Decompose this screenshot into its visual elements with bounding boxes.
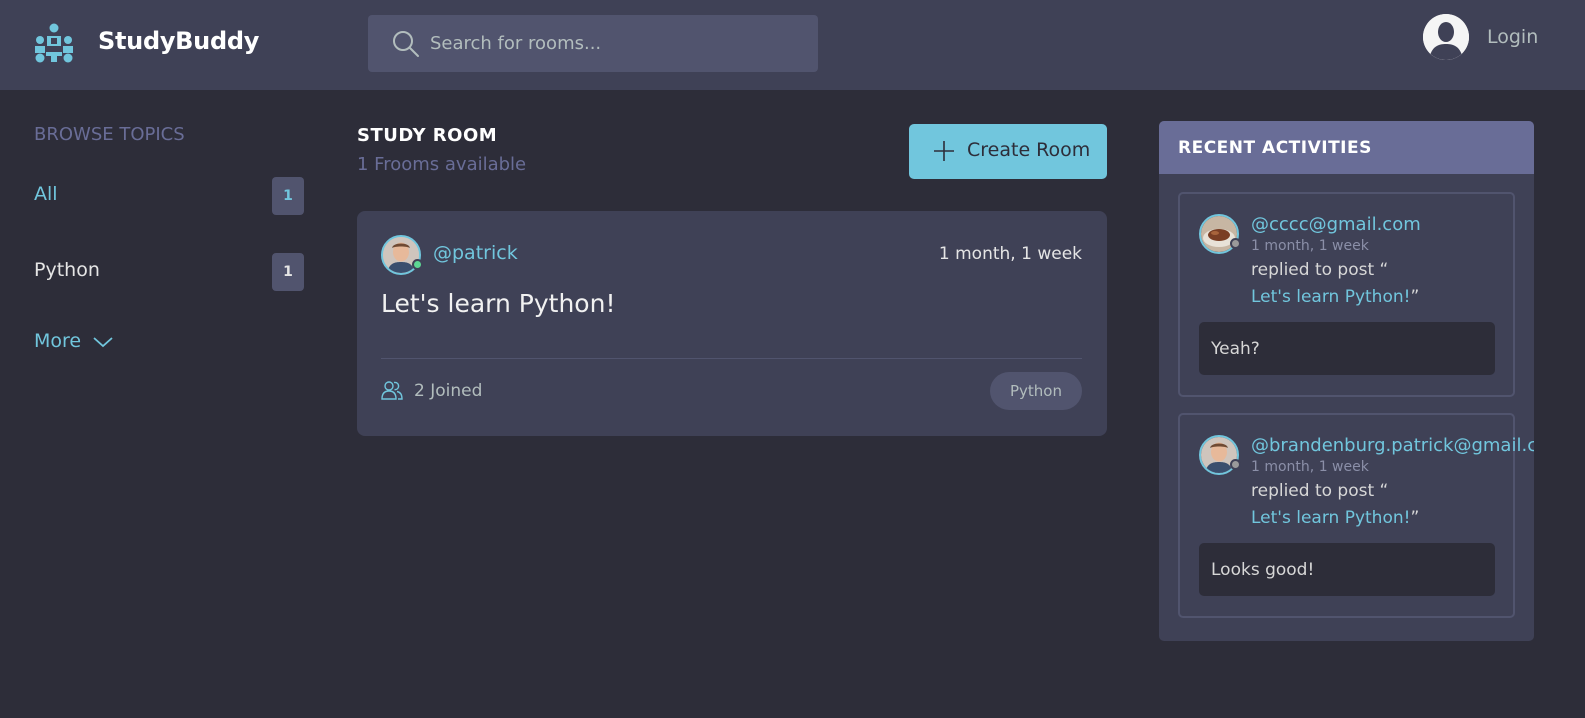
activity-post-link[interactable]: Let's learn Python!” [1251,508,1419,528]
activity-action: replied to post “ [1251,260,1389,280]
brand-name[interactable]: StudyBuddy [98,27,259,55]
room-topic-tag[interactable]: Python [990,372,1082,410]
room-timestamp: 1 month, 1 week [938,244,1082,264]
default-avatar-icon [1423,14,1469,60]
activity-message: Looks good! [1199,543,1495,596]
topic-count-badge: 1 [272,177,304,215]
activity-timestamp: 1 month, 1 week [1251,459,1369,475]
activity-post-title: Let's learn Python! [1251,287,1411,307]
create-room-label: Create Room [967,139,1091,161]
search-icon [393,31,419,57]
activity-user-link[interactable]: @cccc@gmail.com [1251,214,1421,235]
top-header: StudyBuddy Login [0,0,1585,90]
browse-topics-title: Browse Topics [34,124,185,145]
search-bar[interactable] [368,15,818,72]
topic-count-badge: 1 [272,253,304,291]
room-card: @patrick 1 month, 1 week Let's learn Pyt… [357,211,1107,436]
activity-message: Yeah? [1199,322,1495,375]
room-host-link[interactable]: @patrick [433,242,518,264]
offline-status-dot [1230,459,1241,470]
online-status-dot [412,259,423,270]
activity-user-link[interactable]: @brandenburg.patrick@gmail.com [1251,435,1534,456]
quote-close: ” [1410,508,1420,528]
search-input[interactable] [430,15,800,72]
topic-label: All [34,183,58,205]
activity-action: replied to post “ [1251,481,1389,501]
rooms-available-count: 1 Frooms available [357,154,527,175]
more-label: More [34,330,82,352]
login-link[interactable]: Login [1487,26,1538,48]
logo-icon[interactable] [32,22,76,64]
create-room-button[interactable]: Create Room [909,124,1107,179]
users-icon [381,381,403,400]
topic-item-all[interactable]: All 1 [34,177,304,217]
user-avatar[interactable] [1423,14,1469,60]
chevron-down-icon [93,337,113,348]
activity-post-title: Let's learn Python! [1251,508,1411,528]
card-divider [381,358,1082,359]
activity-timestamp: 1 month, 1 week [1251,238,1369,254]
more-topics-button[interactable]: More [34,330,113,352]
activity-post-link[interactable]: Let's learn Python!” [1251,287,1419,307]
study-room-title: Study Room [357,125,498,146]
recent-activities-panel: Recent Activities @cccc@gmail.com 1 mont… [1159,121,1534,641]
room-title-link[interactable]: Let's learn Python! [381,289,615,318]
activities-header: Recent Activities [1159,121,1534,174]
joined-count: 2 Joined [414,381,483,401]
offline-status-dot [1230,238,1241,249]
plus-icon [934,141,954,161]
activity-item: @cccc@gmail.com 1 month, 1 week replied … [1178,192,1515,397]
quote-close: ” [1410,287,1420,307]
topic-label: Python [34,259,100,281]
activity-item: @brandenburg.patrick@gmail.com 1 month, … [1178,413,1534,618]
activities-title: Recent Activities [1178,138,1372,158]
topic-item-python[interactable]: Python 1 [34,253,304,293]
